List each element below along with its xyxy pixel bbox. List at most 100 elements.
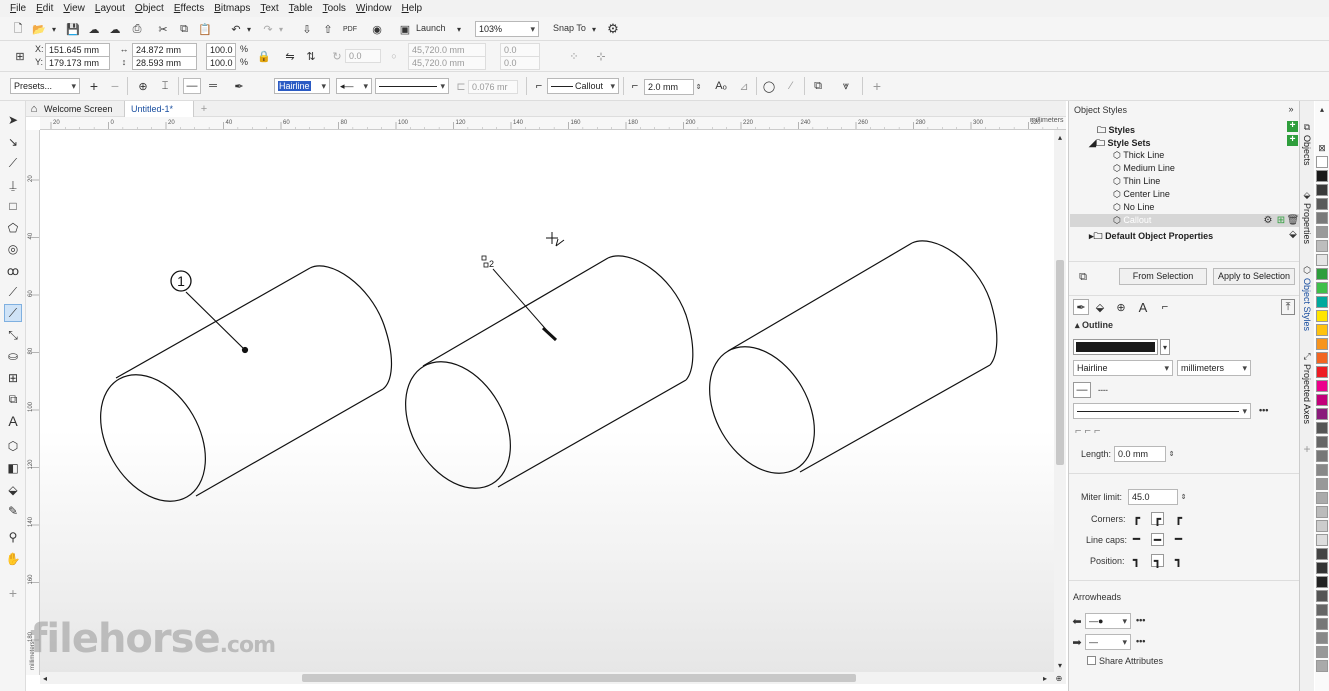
tree-center-line[interactable]: ⬡ Center Line [1113, 189, 1170, 200]
tree-thin-line[interactable]: ⬡ Thin Line [1113, 176, 1160, 187]
vertical-scrollbar[interactable]: ▴ ▾ [1054, 130, 1066, 675]
transparency-section-icon[interactable]: ⊕ [1113, 299, 1129, 315]
units-dropdown[interactable]: millimeters [1177, 360, 1251, 376]
default-props-icon[interactable]: ⬙ [1287, 228, 1299, 240]
palette-swatch[interactable] [1316, 296, 1328, 308]
text-position-icon[interactable]: Aₒ [713, 78, 729, 94]
outline-width-select[interactable]: Hairline [274, 78, 330, 94]
text-align-icon[interactable]: ⊿ [736, 78, 752, 94]
palette-swatch[interactable] [1316, 492, 1328, 504]
pick-tool-icon[interactable]: ➤ [4, 111, 22, 129]
bevel-corner-icon[interactable]: ┏ [1172, 512, 1185, 525]
corel-connect-icon[interactable]: ◉ [369, 21, 385, 37]
cloud-download-icon[interactable]: ☁ [107, 21, 123, 37]
callout-shape-icon[interactable]: ⌐ [532, 78, 546, 94]
scroll-up-icon[interactable]: ▴ [1054, 132, 1066, 142]
undo-icon[interactable]: ↶ [228, 21, 244, 37]
callout-2[interactable]: 2 [481, 255, 558, 342]
fill-tool-icon[interactable]: ⬙ [4, 481, 22, 499]
character-section-icon[interactable]: A [1135, 299, 1151, 315]
menu-edit[interactable]: Edit [36, 3, 53, 14]
skew-2-field[interactable]: 0.0 [500, 56, 540, 70]
from-selection-button[interactable]: From Selection [1119, 268, 1207, 285]
butt-cap-icon[interactable]: ━ [1130, 533, 1143, 546]
palette-swatch[interactable] [1316, 338, 1328, 350]
start-arrowhead-select[interactable]: ◂— [336, 78, 372, 94]
scroll-down-icon[interactable]: ▾ [1054, 660, 1066, 670]
x-position-field[interactable]: 151.645 mm [45, 43, 110, 57]
tab-object-styles[interactable]: Object Styles [1302, 278, 1312, 331]
lasso-icon[interactable]: ◯ [761, 78, 777, 94]
pan-tool-icon[interactable]: ✋ [4, 550, 22, 568]
properties-tab-icon[interactable]: ⬙ [1301, 189, 1313, 201]
palette-swatch[interactable] [1316, 534, 1328, 546]
miter-corner-icon[interactable]: ┏ [1130, 512, 1143, 525]
tree-callout[interactable]: ⬡ Callout [1113, 215, 1151, 226]
object-origin-snap-icon[interactable]: ⊕ [135, 78, 151, 94]
projected-axes-tab-icon[interactable]: ⤢ [1301, 350, 1313, 362]
palette-swatch[interactable] [1316, 268, 1328, 280]
cylinder-1[interactable] [79, 265, 393, 520]
zoom-tool-icon[interactable]: ⚲ [4, 528, 22, 546]
tab-projected-axes[interactable]: Projected Axes [1302, 364, 1312, 424]
horizontal-scroll-thumb[interactable] [302, 674, 856, 682]
no-color-icon[interactable]: ⊠ [1316, 143, 1328, 153]
vertical-ruler[interactable]: 20 40 60 80 100 120 140 160 180 millimeters [26, 130, 40, 675]
horizontal-ruler[interactable]: 20 0 20 40 60 80 100 120 140 160 180 200 220 240 260 28… [40, 117, 1066, 130]
palette-scroll-up-icon[interactable]: ▴ [1316, 104, 1328, 114]
connector-tool-icon[interactable]: ⧉ [4, 390, 22, 408]
palette-swatch[interactable] [1316, 380, 1328, 392]
launch-label[interactable]: Launch [416, 23, 446, 33]
docker-options-icon[interactable]: ⤒ [1281, 299, 1295, 315]
add-style-set-icon[interactable]: + [1287, 135, 1298, 146]
object-origin-icon[interactable]: ⊞ [10, 48, 30, 64]
cylinder-3[interactable] [688, 240, 998, 492]
height-field[interactable]: 28.593 mm [132, 56, 197, 70]
parallel-dimension-tool-icon[interactable]: ⤡ [4, 326, 22, 344]
undo-dropdown-icon[interactable]: ▾ [245, 21, 253, 37]
outline-color-dropdown-icon[interactable]: ▾ [1160, 339, 1170, 355]
add-child-style-icon[interactable]: ⊞ [1275, 214, 1287, 226]
paste-icon[interactable]: 📋 [197, 21, 213, 37]
scroll-right-icon[interactable]: ▸ [1040, 672, 1050, 684]
palette-swatch[interactable] [1316, 660, 1328, 672]
palette-swatch[interactable] [1316, 464, 1328, 476]
tab-objects[interactable]: Objects [1302, 135, 1312, 166]
palette-swatch[interactable] [1316, 576, 1328, 588]
zoom-select[interactable]: 103% [475, 21, 539, 37]
menu-table[interactable]: Table [289, 3, 313, 14]
palette-swatch[interactable] [1316, 310, 1328, 322]
tree-no-line[interactable]: ⬡ No Line [1113, 202, 1154, 213]
tab-welcome-screen[interactable]: Welcome Screen [38, 101, 118, 117]
launch-dropdown-icon[interactable]: ▾ [455, 21, 463, 37]
style-set-settings-icon[interactable]: ⚙ [1262, 214, 1274, 226]
secondary-width-field[interactable]: 0.076 mr [468, 80, 518, 94]
options-gear-icon[interactable]: ⚙ [605, 21, 621, 37]
zoom-fit-icon[interactable]: ⊕ [1053, 672, 1065, 684]
line-style-solid-icon[interactable]: — [1073, 382, 1091, 398]
menu-layout[interactable]: Layout [95, 3, 125, 14]
palette-swatch[interactable] [1316, 436, 1328, 448]
rectangle-tool-icon[interactable]: □ [4, 197, 22, 215]
line-style-select[interactable] [375, 78, 449, 94]
3d-tool-icon[interactable]: ⬡ [4, 437, 22, 455]
miter-spinner-icon[interactable]: ⇕ [1179, 489, 1188, 505]
add-node-icon[interactable]: ⊹ [593, 48, 609, 64]
menu-tools[interactable]: Tools [323, 3, 346, 14]
mirror-horizontal-icon[interactable]: ⇋ [282, 48, 298, 64]
lock-ratio-icon[interactable]: 🔒 [257, 48, 271, 64]
length-spinner-icon[interactable]: ⇕ [1167, 446, 1176, 462]
tab-properties[interactable]: Properties [1302, 203, 1312, 244]
dashed-style-icon[interactable]: ╌╌ [1095, 382, 1111, 398]
palette-swatch[interactable] [1316, 226, 1328, 238]
palette-swatch[interactable] [1316, 618, 1328, 630]
redo-icon[interactable]: ↷ [260, 21, 276, 37]
shape-tool-icon[interactable]: ↘ [4, 133, 22, 151]
crop-tool-icon[interactable]: ⟋ [4, 154, 22, 172]
tab-untitled-1[interactable]: Untitled-1* [124, 101, 194, 117]
tree-default-props[interactable]: ▸🗀 Default Object Properties [1089, 229, 1213, 245]
position-2-field[interactable]: 45,720.0 mm [408, 56, 486, 70]
palette-swatch[interactable] [1316, 632, 1328, 644]
snap-to-button[interactable]: Snap To [553, 23, 586, 33]
skew-1-field[interactable]: 0.0 [500, 43, 540, 57]
